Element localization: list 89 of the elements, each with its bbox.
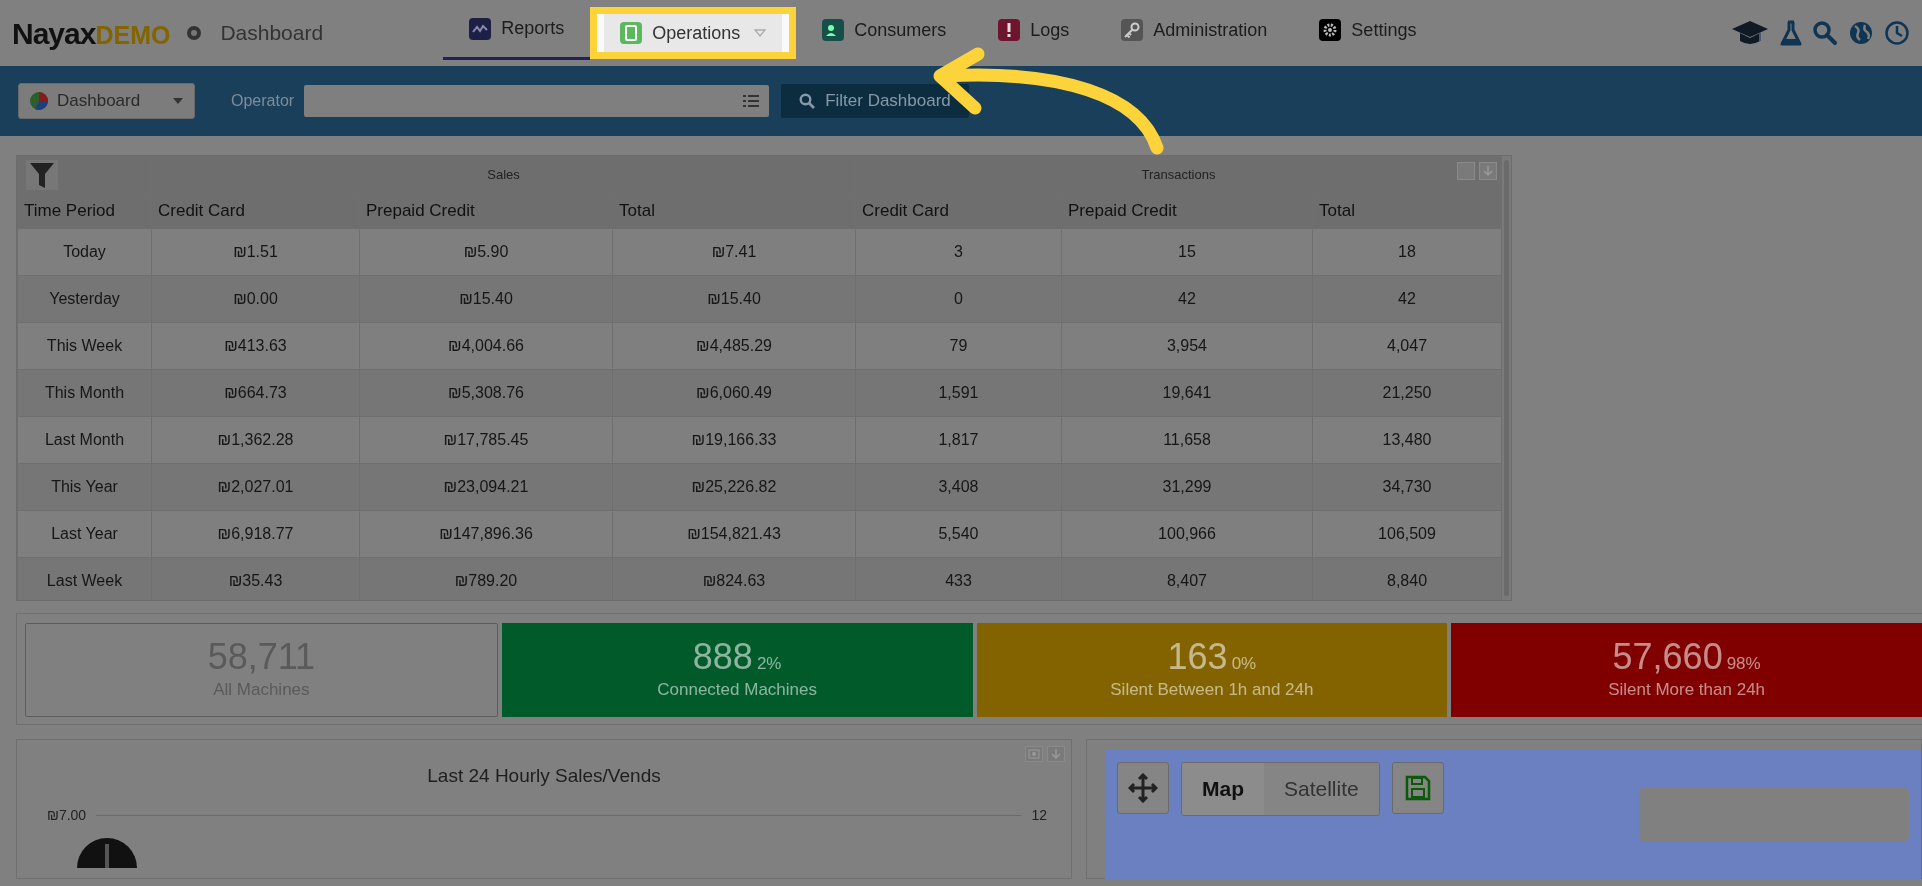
table-cell: 0 [855,275,1062,323]
stat-value: 57,660 [1612,637,1723,678]
table-cell: 34,730 [1312,463,1502,511]
table-cell: ₪413.63 [151,322,360,370]
table-cell: 42 [1312,275,1502,323]
stat-percent: 2% [756,653,782,676]
view-dropdown[interactable]: Dashboard [18,83,195,119]
stat-percent: 98% [1726,653,1761,676]
table-cell: ₪4,004.66 [359,322,613,370]
column-header: Time Period [17,192,152,229]
table-cell: 100,966 [1061,510,1313,558]
table-cell: ₪17,785.45 [359,416,613,464]
table-cell: ₪5.90 [359,228,613,276]
table-cell: Last Week [17,557,152,600]
page-title: Dashboard [220,20,324,47]
table-cell: 8,407 [1061,557,1313,600]
table-cell: ₪4,485.29 [612,322,856,370]
table-cell: ₪147,896.36 [359,510,613,558]
column-header: Total [612,192,856,229]
table-cell: 8,840 [1312,557,1502,600]
table-cell: This Month [17,369,152,417]
column-header: Credit Card [855,192,1062,229]
table-cell: 11,658 [1061,416,1313,464]
table-cell: ₪19,166.33 [612,416,856,464]
column-group-header: Sales [151,156,856,193]
map-tab[interactable]: Map [1182,763,1264,815]
table-cell: This Year [17,463,152,511]
table-cell: 3 [855,228,1062,276]
table-cell: 4,047 [1312,322,1502,370]
stat-label: Connected Machines [657,679,817,702]
table-cell: ₪35.43 [151,557,360,600]
table-cell: This Week [17,322,152,370]
nav-tab[interactable]: Logs [972,0,1096,60]
table-cell: ₪824.63 [612,557,856,600]
table-cell: ₪23,094.21 [359,463,613,511]
table-cell: 15 [1061,228,1313,276]
table-cell: ₪0.00 [151,275,360,323]
table-cell: ₪25,226.82 [612,463,856,511]
table-cell: ₪15.40 [359,275,613,323]
nav-tab[interactable]: Operations [590,7,797,59]
nav-tab[interactable]: Settings [1293,0,1443,60]
column-header: Prepaid Credit [359,192,613,229]
table-cell: Last Year [17,510,152,558]
chart-title: Last 24 Hourly Sales/Vends [426,764,662,788]
logo: NayaxDEMO [12,15,171,52]
table-cell: 433 [855,557,1062,600]
table-cell: 79 [855,322,1062,370]
table-cell: 19,641 [1061,369,1313,417]
table-cell: 31,299 [1061,463,1313,511]
table-cell: ₪15.40 [612,275,856,323]
table-cell: 18 [1312,228,1502,276]
filter-button[interactable]: Filter Dashboard [781,84,969,118]
table-cell: 13,480 [1312,416,1502,464]
column-header: Credit Card [151,192,360,229]
table-cell: ₪1.51 [151,228,360,276]
table-cell: ₪6,918.77 [151,510,360,558]
table-cell: 5,540 [855,510,1062,558]
column-header: Prepaid Credit [1061,192,1313,229]
table-cell: ₪1,362.28 [151,416,360,464]
map-tab[interactable]: Satellite [1264,763,1379,815]
table-cell: ₪5,308.76 [359,369,613,417]
column-header: Total [1312,192,1502,229]
table-cell: ₪7.41 [612,228,856,276]
stat-value: 888 [692,637,753,678]
table-cell: Yesterday [17,275,152,323]
table-cell: 106,509 [1312,510,1502,558]
stat-label: Silent Between 1h and 24h [1110,679,1314,702]
axis-label: ₪7.00 [47,805,87,825]
table-cell: 1,817 [855,416,1062,464]
table-cell: ₪154,821.43 [612,510,856,558]
table-cell: ₪664.73 [151,369,360,417]
stat-percent: 0% [1231,653,1257,676]
nav-tab[interactable]: Consumers [796,0,973,60]
table-cell: Today [17,228,152,276]
table-cell: 3,408 [855,463,1062,511]
nav-tab[interactable]: Administration [1095,0,1294,60]
axis-label: 12 [1031,805,1047,825]
table-cell: 21,250 [1312,369,1502,417]
table-cell: 1,591 [855,369,1062,417]
table-cell: Last Month [17,416,152,464]
table-cell: ₪2,027.01 [151,463,360,511]
stat-value: 163 [1167,637,1228,678]
table-cell: 42 [1061,275,1313,323]
stat-label: Silent More than 24h [1608,679,1766,702]
operator-label: Operator [231,91,295,111]
table-cell: ₪6,060.49 [612,369,856,417]
table-cell: 3,954 [1061,322,1313,370]
table-cell: ₪789.20 [359,557,613,600]
column-group-header: Transactions [855,156,1502,193]
